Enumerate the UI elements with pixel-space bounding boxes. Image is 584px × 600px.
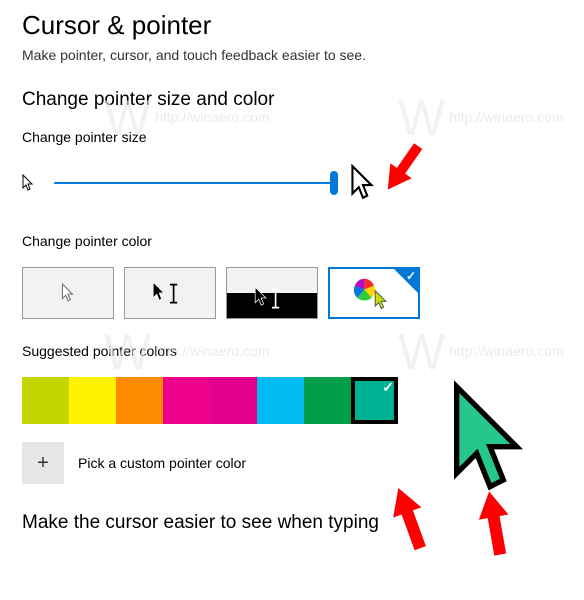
section-heading-cursor: Make the cursor easier to see when typin… [22, 512, 564, 534]
pointer-size-slider[interactable] [54, 173, 334, 193]
cursor-inverted-icon [253, 286, 291, 310]
pick-custom-color-button[interactable]: + [22, 442, 64, 484]
swatch-4[interactable] [163, 377, 210, 424]
plus-icon: + [37, 452, 49, 475]
pointer-size-row [22, 163, 564, 203]
cursor-black-icon [151, 281, 189, 305]
pointer-color-custom[interactable] [328, 267, 420, 319]
pointer-color-black[interactable] [124, 267, 216, 319]
section-heading-size-color: Change pointer size and color [22, 89, 564, 111]
swatch-1[interactable] [22, 377, 69, 424]
swatch-5[interactable] [210, 377, 257, 424]
suggested-colors-label: Suggested pointer colors [22, 343, 564, 359]
swatch-7[interactable] [304, 377, 351, 424]
swatch-6[interactable] [257, 377, 304, 424]
color-wheel-cursor-icon [349, 275, 399, 311]
suggested-color-swatches [22, 377, 564, 424]
pointer-color-label: Change pointer color [22, 233, 564, 249]
pick-custom-color-label: Pick a custom pointer color [78, 455, 246, 471]
swatch-8[interactable] [351, 377, 398, 424]
check-icon [394, 269, 418, 293]
cursor-large-icon [350, 163, 386, 203]
cursor-small-icon [22, 172, 38, 194]
pointer-color-white[interactable] [22, 267, 114, 319]
swatch-3[interactable] [116, 377, 163, 424]
pick-custom-color-row: + Pick a custom pointer color [22, 442, 564, 484]
page-title: Cursor & pointer [22, 10, 564, 41]
cursor-white-icon [61, 283, 75, 303]
swatch-2[interactable] [69, 377, 116, 424]
pointer-color-inverted[interactable] [226, 267, 318, 319]
pointer-size-label: Change pointer size [22, 129, 564, 145]
pointer-color-options [22, 267, 564, 319]
page-subtitle: Make pointer, cursor, and touch feedback… [22, 47, 564, 63]
